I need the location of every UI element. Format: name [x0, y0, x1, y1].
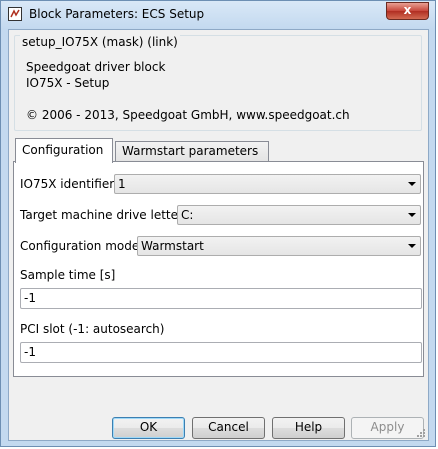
pci-slot-label: PCI slot (-1: autosearch) [20, 322, 165, 336]
simulink-block-icon [8, 7, 22, 21]
sample-time-label: Sample time [s] [20, 268, 116, 282]
title-bar[interactable]: Block Parameters: ECS Setup x [1, 1, 435, 29]
close-button[interactable]: x [386, 2, 429, 20]
apply-button-label: Apply [370, 420, 405, 434]
description-line2: IO75X - Setup [26, 76, 110, 90]
ok-button-label: OK [139, 420, 158, 434]
config-mode-select[interactable]: Warmstart [137, 236, 421, 256]
tab-warmstart-label: Warmstart parameters [122, 144, 259, 158]
tab-configuration[interactable]: Configuration [15, 138, 113, 163]
chevron-down-icon [408, 244, 416, 248]
chevron-down-icon [408, 213, 416, 217]
copyright-text: © 2006 - 2013, Speedgoat GmbH, www.speed… [26, 108, 350, 122]
apply-button: Apply [351, 417, 424, 439]
config-mode-label: Configuration mode [20, 239, 140, 253]
description-group: setup_IO75X (mask) (link) Speedgoat driv… [14, 35, 422, 131]
sample-time-value: -1 [24, 291, 36, 305]
pci-slot-input[interactable]: -1 [20, 342, 422, 363]
cancel-button-label: Cancel [208, 420, 249, 434]
help-button-label: Help [294, 420, 323, 434]
io75x-identifier-label: IO75X identifier [20, 177, 115, 191]
window-title: Block Parameters: ECS Setup [29, 7, 205, 21]
chevron-down-icon [408, 182, 416, 186]
io75x-identifier-select[interactable]: 1 [114, 174, 421, 194]
close-icon: x [403, 3, 412, 17]
sample-time-input[interactable]: -1 [20, 288, 422, 309]
help-button[interactable]: Help [272, 417, 345, 439]
dialog-body: setup_IO75X (mask) (link) Speedgoat driv… [8, 29, 429, 441]
io75x-identifier-value: 1 [118, 177, 126, 191]
description-line1: Speedgoat driver block [26, 60, 166, 74]
drive-letter-select[interactable]: C: [177, 205, 421, 225]
ok-button[interactable]: OK [112, 417, 185, 439]
tab-configuration-label: Configuration [22, 143, 104, 157]
cancel-button[interactable]: Cancel [192, 417, 265, 439]
dialog-window: Block Parameters: ECS Setup x setup_IO75… [0, 0, 436, 447]
tab-strip: Configuration Warmstart parameters [15, 138, 423, 163]
drive-letter-label: Target machine drive letter [20, 208, 183, 222]
group-title: setup_IO75X (mask) (link) [20, 35, 180, 49]
configuration-panel: IO75X identifier 1 Target machine drive … [13, 161, 424, 377]
tab-warmstart-parameters[interactable]: Warmstart parameters [115, 141, 269, 162]
drive-letter-value: C: [181, 208, 194, 222]
config-mode-value: Warmstart [141, 239, 204, 253]
pci-slot-value: -1 [24, 345, 36, 359]
resize-grip-icon[interactable] [416, 428, 426, 438]
